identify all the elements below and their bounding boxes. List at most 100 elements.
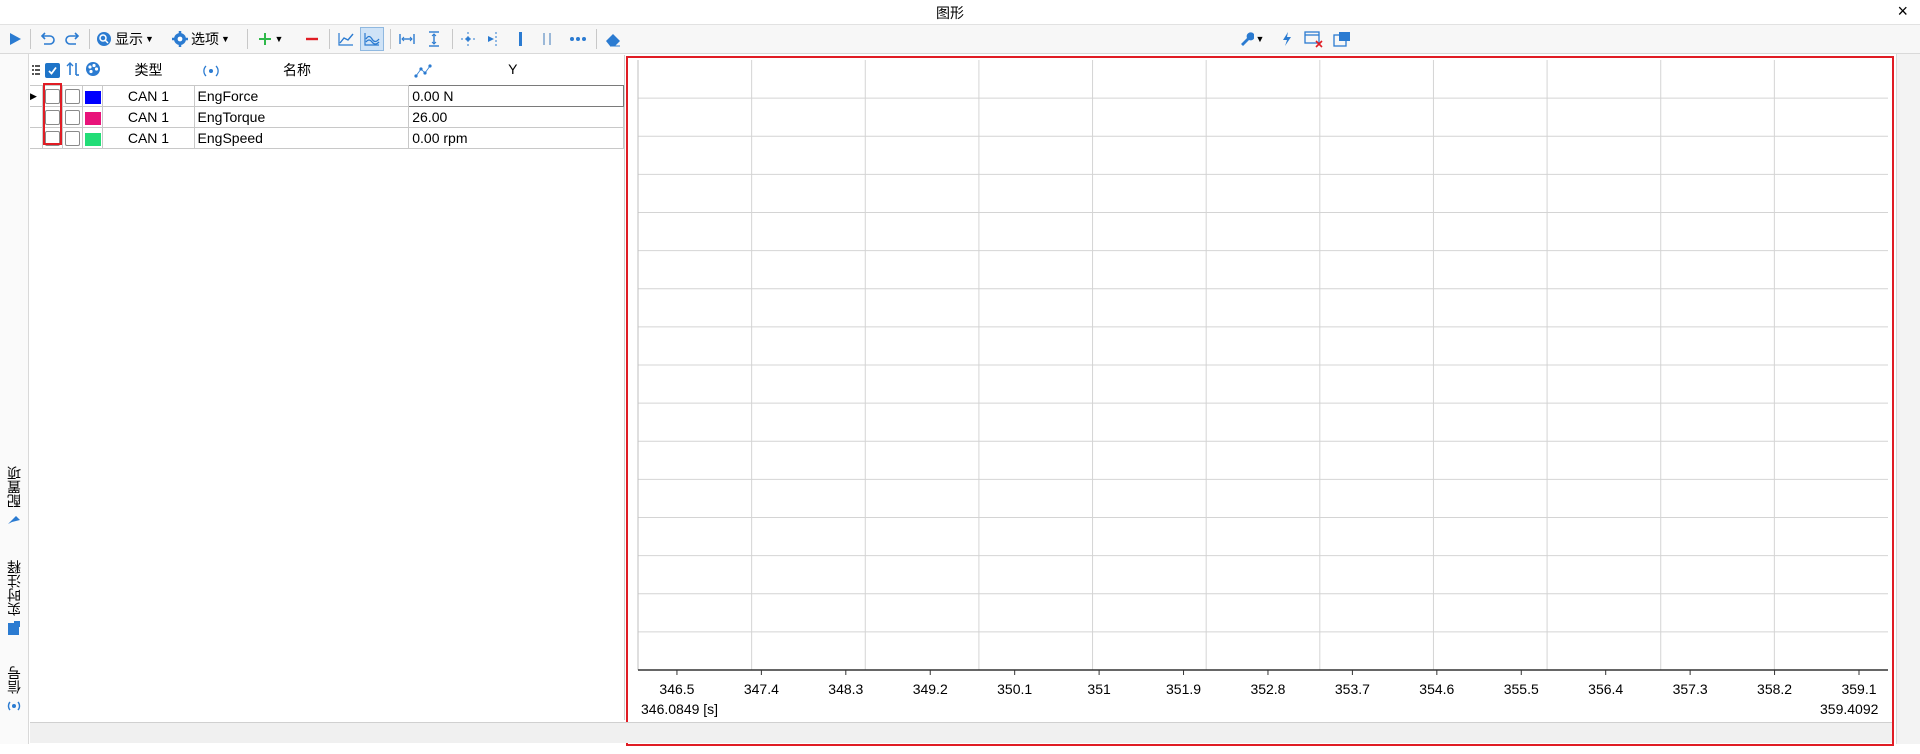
time-range-end: 359.4092 — [1820, 701, 1879, 717]
trigger-button[interactable] — [1276, 27, 1298, 51]
sort-header[interactable] — [62, 55, 82, 86]
y-header[interactable]: Y — [409, 55, 624, 86]
remove-icon — [306, 37, 318, 41]
row-axis-checkbox[interactable] — [65, 131, 81, 147]
add-signal-button[interactable]: ▼ — [253, 27, 287, 51]
row-color-cell[interactable] — [82, 106, 104, 128]
row-color-cell[interactable] — [82, 127, 104, 149]
display-label: 显示 — [115, 31, 143, 47]
name-cell: EngForce — [193, 85, 410, 107]
chevron-down-icon: ▼ — [221, 34, 230, 44]
row-select-checkbox[interactable] — [44, 131, 60, 147]
color-swatch[interactable] — [84, 111, 101, 125]
play-button[interactable] — [4, 27, 26, 51]
signal-icon — [7, 701, 21, 711]
left-tab-strip: 配置项 实时注释 信号 — [0, 54, 29, 744]
toolbar: 显示 ▼ 选项 ▼ ▼ ▼ — [0, 25, 1920, 54]
row-select-cell[interactable] — [41, 85, 63, 107]
window-close-button[interactable] — [1302, 27, 1326, 51]
more-button[interactable] — [566, 27, 590, 51]
window-title: 图形 — [936, 5, 964, 21]
chevron-down-icon: ▼ — [274, 34, 284, 44]
value-cell[interactable]: 0.00 rpm — [408, 127, 624, 149]
remove-signal-button[interactable] — [300, 27, 324, 51]
row-axis-checkbox[interactable] — [65, 89, 81, 105]
chevron-down-icon: ▼ — [145, 34, 154, 44]
tools-menu[interactable]: ▼ — [1234, 27, 1268, 51]
row-axis-cell[interactable] — [61, 127, 84, 149]
row-select-checkbox[interactable] — [44, 89, 60, 105]
wave-view-button[interactable] — [360, 27, 384, 51]
row-axis-cell[interactable] — [61, 85, 84, 107]
value-cell[interactable]: 26.00 — [408, 106, 624, 128]
line-chart-button[interactable] — [334, 27, 358, 51]
name-header-label: 名称 — [283, 62, 312, 78]
line-chart-icon — [338, 33, 354, 46]
type-header[interactable]: 类型 — [103, 55, 194, 86]
value-cell[interactable]: 0.00 N — [408, 85, 624, 107]
fit-height-button[interactable] — [422, 27, 446, 51]
tab-config-label: 配置项 — [6, 466, 22, 508]
double-bar-icon — [543, 33, 551, 45]
lightning-icon — [1283, 32, 1291, 46]
wave-icon — [364, 33, 380, 46]
single-cursor-button[interactable] — [510, 27, 532, 51]
gear-icon — [172, 31, 188, 47]
color-header[interactable] — [83, 55, 103, 86]
tab-live-notes[interactable]: 实时注释 — [3, 560, 25, 636]
color-swatch[interactable] — [84, 132, 101, 146]
signal-table: 类型 名称 Y ▶ CAN 1 EngForce 0.00 N CAN 1 En… — [30, 55, 624, 149]
export-button[interactable] — [1330, 27, 1354, 51]
zoom-point-icon — [461, 32, 475, 46]
tab-signals[interactable]: 信号 — [3, 666, 25, 714]
display-menu[interactable]: 显示 ▼ — [96, 27, 164, 51]
table-row[interactable]: CAN 1 EngSpeed 0.00 rpm — [30, 127, 624, 149]
double-cursor-button[interactable] — [536, 27, 558, 51]
y-header-label: Y — [508, 61, 518, 78]
check-icon — [48, 67, 57, 76]
wrench-icon — [1240, 32, 1254, 46]
single-bar-icon — [519, 32, 522, 46]
type-cell: CAN 1 — [102, 85, 195, 107]
name-header[interactable]: 名称 — [194, 55, 409, 86]
eraser-button[interactable] — [601, 27, 625, 51]
close-button[interactable]: × — [1897, 1, 1908, 22]
fit-width-button[interactable] — [395, 27, 419, 51]
tab-signals-label: 信号 — [6, 666, 22, 694]
note-icon — [8, 621, 20, 635]
row-axis-cell[interactable] — [61, 106, 84, 128]
table-row[interactable]: ▶ CAN 1 EngForce 0.00 N — [30, 85, 624, 107]
undo-button[interactable] — [36, 27, 58, 51]
table-row[interactable]: CAN 1 EngTorque 26.00 — [30, 106, 624, 128]
more-icon — [570, 37, 586, 41]
select-all-header[interactable] — [42, 55, 62, 86]
options-label: 选项 — [191, 31, 219, 47]
redo-button[interactable] — [62, 27, 84, 51]
color-swatch[interactable] — [84, 90, 101, 104]
row-marker-cell — [30, 127, 43, 149]
fit-width-icon — [399, 34, 415, 44]
row-marker-cell — [30, 106, 43, 128]
row-axis-checkbox[interactable] — [65, 110, 81, 126]
select-all-checkbox[interactable] — [44, 63, 60, 79]
sort-icon — [66, 61, 79, 76]
tab-config[interactable]: 配置项 — [3, 466, 25, 526]
window-close-icon — [1304, 31, 1323, 48]
row-select-checkbox[interactable] — [44, 110, 60, 126]
row-select-cell[interactable] — [41, 127, 63, 149]
cursor-button[interactable] — [482, 27, 506, 51]
row-menu-header[interactable] — [30, 55, 42, 86]
row-color-cell[interactable] — [82, 85, 104, 107]
options-menu[interactable]: 选项 ▼ — [172, 27, 242, 51]
title-bar: 图形 × — [0, 0, 1920, 25]
fit-height-icon — [429, 31, 439, 47]
palette-icon — [85, 61, 100, 76]
type-cell: CAN 1 — [102, 127, 195, 149]
zoom-point-button[interactable] — [456, 27, 480, 51]
time-range-start: 346.0849 [s] — [641, 701, 719, 717]
redo-icon — [65, 32, 80, 45]
menu-grip-icon — [32, 65, 41, 75]
right-scroll-strip[interactable] — [1896, 54, 1920, 744]
undo-icon — [40, 32, 55, 45]
row-select-cell[interactable] — [41, 106, 63, 128]
